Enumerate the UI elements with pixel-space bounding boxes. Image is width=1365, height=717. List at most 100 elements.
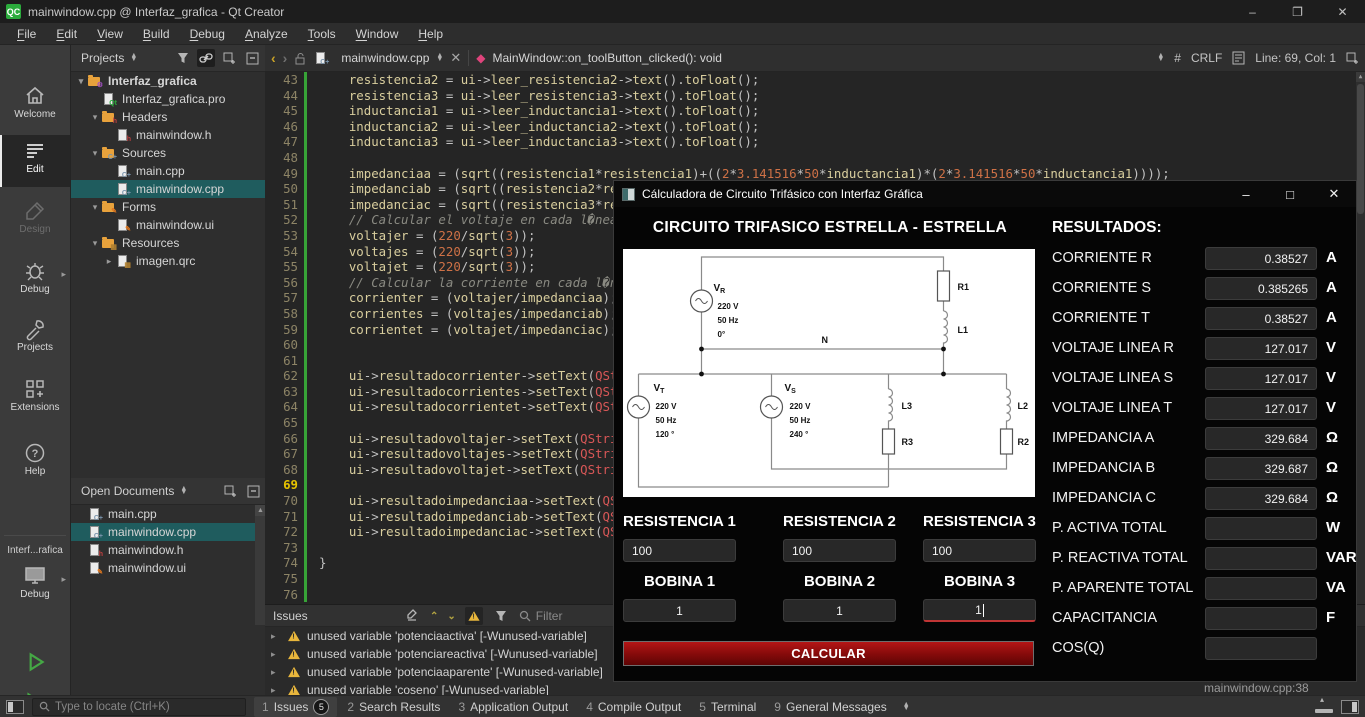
bobina-input-2[interactable]: 1 — [783, 599, 896, 622]
scroll-up-icon[interactable]: ▲ — [1356, 72, 1365, 82]
file-dropdown-arrows[interactable]: ▲▼ — [436, 54, 443, 62]
result-value-11[interactable] — [1205, 547, 1317, 570]
tree-item-interfaz-grafica-pro[interactable]: QtInterfaz_grafica.pro — [71, 90, 266, 108]
menu-file[interactable]: File — [8, 25, 45, 43]
run-button[interactable] — [0, 645, 70, 681]
output-pane-general-messages[interactable]: 9General Messages — [766, 698, 894, 716]
kit-selector[interactable]: ▸ Debug — [0, 560, 70, 612]
dialog-minimize-button[interactable]: – — [1224, 181, 1268, 207]
minimize-button[interactable]: – — [1230, 0, 1275, 23]
panel-sort-icon[interactable]: ▲▼ — [180, 487, 187, 495]
tree-item-resources[interactable]: ▾▦Resources — [71, 234, 266, 252]
maximize-button[interactable]: ❐ — [1275, 0, 1320, 23]
expander-icon[interactable]: ▾ — [89, 112, 101, 123]
menu-window[interactable]: Window — [347, 25, 408, 43]
tree-item-main-cpp[interactable]: C+main.cpp — [71, 162, 266, 180]
menu-edit[interactable]: Edit — [47, 25, 86, 43]
line-ending-selector[interactable]: CRLF — [1191, 51, 1222, 65]
kit-flyout-arrow[interactable]: ▸ — [61, 574, 66, 585]
sidebar-item-welcome[interactable]: Welcome — [0, 80, 70, 128]
open-doc-main-cpp[interactable]: C+main.cpp — [71, 505, 266, 523]
tree-item-mainwindow-ui[interactable]: ✎mainwindow.ui — [71, 216, 266, 234]
result-value-14[interactable] — [1205, 637, 1317, 660]
filter-icon[interactable] — [174, 49, 192, 67]
close-document-icon[interactable]: ✕ — [450, 50, 461, 66]
result-value-10[interactable] — [1205, 517, 1317, 540]
split-panel-icon[interactable] — [221, 482, 239, 500]
maximize-output-pane-icon[interactable] — [1315, 701, 1333, 713]
output-pane-issues[interactable]: 1Issues5 — [254, 697, 337, 717]
code-line-48[interactable]: 48 — [265, 150, 1365, 166]
tree-item-sources[interactable]: ▾C+Sources — [71, 144, 266, 162]
output-pane-compile-output[interactable]: 4Compile Output — [578, 698, 689, 716]
dialog-maximize-button[interactable]: □ — [1268, 181, 1312, 207]
expander-icon[interactable]: ▾ — [89, 202, 101, 213]
previous-item-icon[interactable]: ⌃ — [430, 611, 438, 622]
toggle-right-sidebar-icon[interactable] — [1341, 700, 1359, 714]
result-value-5[interactable]: 127.017 — [1205, 367, 1317, 390]
code-line-45[interactable]: 45 inductancia1 = ui->leer_inductancia1-… — [265, 103, 1365, 119]
close-button[interactable]: ✕ — [1320, 0, 1365, 23]
clean-icon[interactable] — [403, 607, 421, 625]
issue-location[interactable]: mainwindow.cpp:38 — [1204, 681, 1334, 695]
output-pane-application-output[interactable]: 3Application Output — [450, 698, 576, 716]
close-panel-icon[interactable] — [243, 49, 261, 67]
open-doc-mainwindow-cpp[interactable]: C+mainwindow.cpp — [71, 523, 266, 541]
dialog-close-button[interactable]: ✕ — [1312, 181, 1356, 207]
tree-item-imagen-qrc[interactable]: ▸▦imagen.qrc — [71, 252, 266, 270]
result-value-4[interactable]: 127.017 — [1205, 337, 1317, 360]
menu-help[interactable]: Help — [409, 25, 452, 43]
result-value-12[interactable] — [1205, 577, 1317, 600]
locator-field[interactable]: Type to locate (Ctrl+K) — [32, 698, 246, 716]
toggle-left-sidebar-icon[interactable] — [6, 700, 24, 714]
code-line-49[interactable]: 49 impedanciaa = (sqrt((resistencia1*res… — [265, 166, 1365, 182]
tree-item-mainwindow-cpp[interactable]: C+mainwindow.cpp — [71, 180, 266, 198]
resistencia-input-2[interactable]: 100 — [783, 539, 896, 562]
bobina-input-1[interactable]: 1 — [623, 599, 736, 622]
expander-icon[interactable]: ▸ — [271, 685, 281, 696]
code-line-43[interactable]: 43 resistencia2 = ui->leer_resistencia2-… — [265, 72, 1365, 88]
back-icon[interactable]: ‹ — [271, 50, 276, 66]
menu-build[interactable]: Build — [134, 25, 179, 43]
open-documents-title[interactable]: Open Documents — [81, 484, 174, 498]
result-value-1[interactable]: 0.38527 — [1205, 247, 1317, 270]
tree-item-mainwindow-h[interactable]: hmainwindow.h — [71, 126, 266, 144]
expander-icon[interactable]: ▸ — [103, 256, 115, 267]
output-pane-arrows[interactable]: ▲▼ — [903, 703, 910, 711]
link-with-editor-icon[interactable] — [197, 49, 215, 67]
editor-scrollbar[interactable]: ▲ — [1356, 72, 1365, 604]
menu-tools[interactable]: Tools — [299, 25, 345, 43]
menu-analyze[interactable]: Analyze — [236, 25, 297, 43]
menu-view[interactable]: View — [88, 25, 132, 43]
close-panel-icon[interactable] — [244, 482, 262, 500]
code-line-44[interactable]: 44 resistencia3 = ui->leer_resistencia3-… — [265, 88, 1365, 104]
result-value-3[interactable]: 0.38527 — [1205, 307, 1317, 330]
show-warnings-toggle-icon[interactable] — [465, 607, 483, 625]
bobina-input-3[interactable]: 1 — [923, 599, 1036, 622]
next-item-icon[interactable]: ⌄ — [447, 611, 455, 622]
tree-item-forms[interactable]: ▾✎Forms — [71, 198, 266, 216]
result-value-13[interactable] — [1205, 607, 1317, 630]
tree-item-interfaz-grafica[interactable]: ▾⚙Interfaz_grafica — [71, 72, 266, 90]
symbol-dropdown[interactable]: MainWindow::on_toolButton_clicked(): voi… — [492, 51, 721, 65]
code-line-46[interactable]: 46 inductancia2 = ui->leer_inductancia2-… — [265, 119, 1365, 135]
expander-icon[interactable]: ▾ — [89, 148, 101, 159]
open-doc-mainwindow-ui[interactable]: ✎mainwindow.ui — [71, 559, 266, 577]
result-value-9[interactable]: 329.684 — [1205, 487, 1317, 510]
sidebar-item-help[interactable]: ? Help — [0, 437, 70, 485]
expander-icon[interactable]: ▾ — [75, 76, 87, 87]
menu-debug[interactable]: Debug — [181, 25, 234, 43]
result-value-2[interactable]: 0.385265 — [1205, 277, 1317, 300]
split-panel-icon[interactable] — [220, 49, 238, 67]
code-line-47[interactable]: 47 inductancia3 = ui->leer_inductancia3-… — [265, 134, 1365, 150]
split-editor-icon[interactable] — [1346, 52, 1359, 65]
resistencia-input-1[interactable]: 100 — [623, 539, 736, 562]
result-value-8[interactable]: 329.687 — [1205, 457, 1317, 480]
sidebar-item-debug[interactable]: ▸ Debug — [0, 255, 70, 303]
sidebar-item-edit[interactable]: Edit — [0, 135, 70, 187]
expander-icon[interactable]: ▾ — [89, 238, 101, 249]
tree-item-headers[interactable]: ▾hHeaders — [71, 108, 266, 126]
expander-icon[interactable]: ▸ — [271, 667, 281, 678]
open-file-dropdown[interactable]: mainwindow.cpp — [341, 51, 429, 65]
result-value-7[interactable]: 329.684 — [1205, 427, 1317, 450]
